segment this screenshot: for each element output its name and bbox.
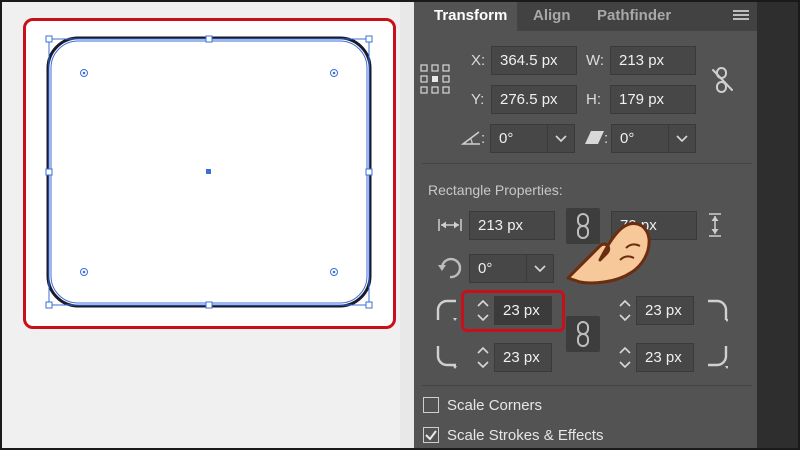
scale-corners-label: Scale Corners <box>447 397 543 414</box>
scale-strokes-label: Scale Strokes & Effects <box>447 427 604 444</box>
checkmark-icon <box>425 430 437 441</box>
rotate-dropdown-button[interactable] <box>547 124 575 153</box>
corner-top-left-field[interactable]: 23 px <box>494 296 552 325</box>
h-field[interactable]: 179 px <box>610 85 696 114</box>
tab-pathfinder[interactable]: Pathfinder <box>597 0 671 31</box>
corner-bottom-right-field[interactable]: 23 px <box>636 343 694 372</box>
scale-corners-checkbox[interactable] <box>423 397 439 413</box>
link-icon <box>577 321 589 347</box>
divider <box>422 163 752 164</box>
constrain-proportions-unlinked-icon[interactable] <box>710 66 736 94</box>
panel-gutter <box>400 0 414 450</box>
corner-top-right-icon[interactable] <box>706 298 728 324</box>
rect-width-field[interactable]: 213 px <box>469 211 555 240</box>
chevron-down-icon <box>555 135 567 143</box>
center-point <box>206 169 211 174</box>
shear-field[interactable]: 0° <box>611 124 669 153</box>
shear-label: : <box>604 130 609 147</box>
corner-top-left-stepper[interactable] <box>470 296 496 325</box>
chevron-down-icon <box>534 265 546 273</box>
x-field[interactable]: 364.5 px <box>491 46 577 75</box>
panel-tab-bar: ⬍ Transform Align Pathfinder <box>414 0 757 31</box>
chevron-down-icon <box>676 135 688 143</box>
pointing-hand-cursor-icon <box>566 221 651 285</box>
panel-menu-icon[interactable] <box>733 10 749 22</box>
rect-angle-rotate-icon <box>438 257 462 279</box>
rounded-rectangle-artwork[interactable] <box>2 2 410 448</box>
divider <box>422 385 752 386</box>
shear-dropdown-button[interactable] <box>668 124 696 153</box>
w-label: W: <box>586 52 605 69</box>
corner-bottom-right-icon[interactable] <box>706 344 728 370</box>
scale-strokes-checkbox[interactable] <box>423 427 439 443</box>
rect-angle-field[interactable]: 0° <box>469 254 527 283</box>
corner-radius-link-button[interactable] <box>566 316 600 352</box>
artboard-area[interactable] <box>2 2 410 448</box>
corner-bottom-left-stepper[interactable] <box>470 343 496 372</box>
right-dock-strip <box>757 0 800 450</box>
w-field[interactable]: 213 px <box>610 46 696 75</box>
shear-icon <box>585 131 604 144</box>
corner-bottom-left-field[interactable]: 23 px <box>494 343 552 372</box>
tab-transform[interactable]: Transform <box>414 0 518 31</box>
rect-height-icon <box>709 213 721 237</box>
rotate-field[interactable]: 0° <box>490 124 548 153</box>
y-label: Y: <box>471 91 485 108</box>
corner-top-right-field[interactable]: 23 px <box>636 296 694 325</box>
reference-point-icon[interactable] <box>420 64 450 94</box>
rotate-angle-icon <box>461 131 480 145</box>
x-label: X: <box>471 52 486 69</box>
corner-top-right-stepper[interactable] <box>612 296 638 325</box>
y-field[interactable]: 276.5 px <box>491 85 577 114</box>
rotate-label: : <box>481 130 486 147</box>
rect-angle-dropdown-button[interactable] <box>526 254 554 283</box>
rect-width-icon <box>438 219 462 231</box>
h-label: H: <box>586 91 601 108</box>
corner-bottom-right-stepper[interactable] <box>612 343 638 372</box>
rectangle-properties-heading: Rectangle Properties: <box>428 182 563 198</box>
tab-align[interactable]: Align <box>533 0 571 31</box>
corner-bottom-left-icon[interactable] <box>436 344 458 370</box>
corner-top-left-icon[interactable] <box>436 298 458 324</box>
